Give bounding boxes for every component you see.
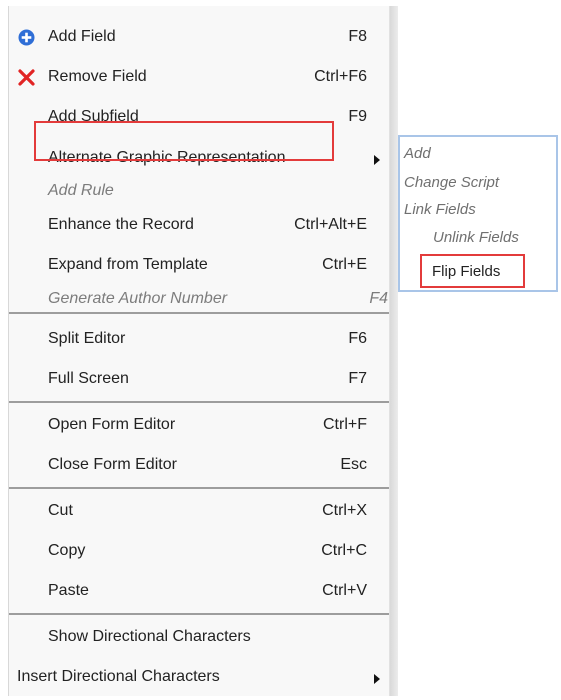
menu-separator [9,487,389,489]
alternate-graphic-submenu: Add Change Script Link Fields Unlink Fie… [398,135,558,292]
menu-item-label: Close Form Editor [48,456,177,473]
menu-item-copy[interactable]: Copy Ctrl+C [9,536,389,568]
menu-item-label: Copy [48,542,86,559]
menu-item-close-form-editor[interactable]: Close Form Editor Esc [9,450,389,482]
menu-item-paste[interactable]: Paste Ctrl+V [9,576,389,608]
menu-item-label: Insert Directional Characters [17,668,220,685]
menu-item-full-screen[interactable]: Full Screen F7 [9,364,389,396]
menu-separator [9,401,389,403]
menu-item-split-editor[interactable]: Split Editor F6 [9,324,389,356]
menu-item-cut[interactable]: Cut Ctrl+X [9,496,389,528]
menu-item-label: Add Rule [48,182,114,199]
submenu-item-flip-fields[interactable]: Flip Fields [432,262,500,281]
menu-separator [9,312,389,314]
menu-item-shortcut: Ctrl+C [321,542,367,559]
menu-item-remove-field[interactable]: Remove Field Ctrl+F6 [9,62,389,94]
menu-item-label: Expand from Template [48,256,208,273]
main-context-menu: Add Field F8 Remove Field Ctrl+F6 Add Su… [8,6,390,696]
menu-item-shortcut: Ctrl+Alt+E [294,216,367,233]
menu-item-shortcut: F4 [369,290,388,307]
menu-item-label: Generate Author Number [48,290,228,307]
submenu-item-add: Add [404,145,431,162]
menu-shadow [390,6,398,696]
menu-item-label: Enhance the Record [48,216,194,233]
menu-item-shortcut: Ctrl+F6 [314,68,367,85]
menu-item-enhance-record[interactable]: Enhance the Record Ctrl+Alt+E [9,210,389,242]
menu-item-shortcut: Ctrl+X [322,502,367,519]
menu-item-shortcut: F8 [348,28,367,45]
menu-item-label: Full Screen [48,370,129,387]
remove-x-icon [18,69,35,86]
submenu-arrow-icon [374,155,380,165]
menu-item-shortcut: F6 [348,330,367,347]
menu-item-shortcut: Ctrl+E [322,256,367,273]
menu-item-expand-from-template[interactable]: Expand from Template Ctrl+E [9,250,389,282]
menu-item-insert-directional-characters[interactable]: Insert Directional Characters [9,662,389,694]
menu-separator [9,613,389,615]
menu-item-shortcut: F7 [348,370,367,387]
menu-item-label: Cut [48,502,73,519]
menu-item-show-directional-characters[interactable]: Show Directional Characters [9,622,389,654]
menu-item-shortcut: Ctrl+F [323,416,367,433]
context-menu-screenshot: Add Field F8 Remove Field Ctrl+F6 Add Su… [0,0,561,700]
submenu-item-link-fields: Link Fields [404,201,476,218]
menu-item-label: Open Form Editor [48,416,176,433]
submenu-arrow-icon [374,674,380,684]
menu-item-shortcut: F9 [348,108,367,125]
submenu-item-unlink-fields: Unlink Fields [433,229,519,246]
menu-item-label: Paste [48,582,89,599]
menu-item-alternate-graphic-representation[interactable]: Alternate Graphic Representation [9,142,389,174]
submenu-item-change-script: Change Script [404,174,500,191]
menu-item-label: Add Subfield [48,108,139,125]
menu-item-label: Remove Field [48,68,147,85]
menu-item-add-rule: Add Rule [9,176,389,208]
menu-item-open-form-editor[interactable]: Open Form Editor Ctrl+F [9,410,389,442]
menu-item-shortcut: Ctrl+V [322,582,367,599]
menu-item-label: Alternate Graphic Representation [48,149,286,166]
menu-item-label: Split Editor [48,330,126,347]
menu-item-add-field[interactable]: Add Field F8 [9,22,389,54]
menu-item-shortcut: Esc [340,456,367,473]
menu-item-add-subfield[interactable]: Add Subfield F9 [9,102,389,134]
add-circle-icon [18,29,35,46]
menu-item-label: Show Directional Characters [48,628,251,645]
menu-item-label: Add Field [48,28,116,45]
